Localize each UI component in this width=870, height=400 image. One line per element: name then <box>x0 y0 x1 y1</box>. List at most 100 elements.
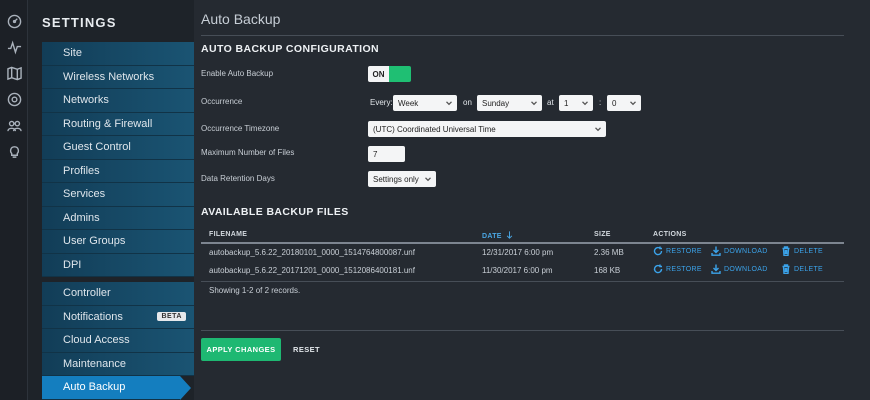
column-header-filename[interactable]: FILENAME <box>209 231 247 238</box>
timezone-select[interactable]: (UTC) Coordinated Universal Time <box>368 121 606 137</box>
settings-sidebar: SETTINGS Site Wireless Networks Networks… <box>28 0 194 400</box>
table-divider <box>201 281 844 282</box>
sidebar-item-user-groups[interactable]: User Groups <box>42 230 194 254</box>
download-button[interactable]: DOWNLOAD <box>711 264 768 274</box>
max-files-input[interactable]: 7 <box>368 146 405 162</box>
restore-button[interactable]: RESTORE <box>653 264 702 274</box>
sidebar-item-label: Auto Backup <box>63 381 126 394</box>
sidebar-item-label: Notifications <box>63 310 123 323</box>
restore-button[interactable]: RESTORE <box>653 246 702 256</box>
table-row: autobackup_5.6.22_20171201_0000_15120864… <box>201 262 844 280</box>
config-heading: AUTO BACKUP CONFIGURATION <box>201 43 379 55</box>
date-cell: 12/31/2017 6:00 pm <box>482 248 554 257</box>
map-icon[interactable] <box>6 65 22 81</box>
toggle-knob <box>389 66 411 82</box>
retention-value: Settings only <box>373 174 419 184</box>
column-header-date-label: DATE <box>482 233 502 240</box>
table-row: autobackup_5.6.22_20180101_0000_15147648… <box>201 244 844 262</box>
sort-descending-icon <box>506 231 513 239</box>
restore-label: RESTORE <box>666 247 702 255</box>
sidebar-item-label: Guest Control <box>63 141 131 154</box>
sidebar-item-profiles[interactable]: Profiles <box>42 159 194 183</box>
restore-label: RESTORE <box>666 265 702 273</box>
sidebar-item-controller[interactable]: Controller <box>42 282 194 306</box>
delete-button[interactable]: DELETE <box>781 246 823 256</box>
date-cell: 11/30/2017 6:00 pm <box>482 266 553 275</box>
trash-icon <box>782 246 790 256</box>
devices-icon[interactable] <box>6 91 22 107</box>
sidebar-item-label: DPI <box>63 258 82 271</box>
sidebar-item-services[interactable]: Services <box>42 183 194 207</box>
minute-select[interactable]: 0 <box>607 95 641 111</box>
sidebar-item-site[interactable]: Site <box>42 42 194 66</box>
files-heading: AVAILABLE BACKUP FILES <box>201 206 349 218</box>
max-files-label: Maximum Number of Files <box>201 148 295 157</box>
delete-button[interactable]: DELETE <box>781 264 823 274</box>
timezone-value: (UTC) Coordinated Universal Time <box>373 124 496 134</box>
divider <box>201 330 844 331</box>
frequency-select[interactable]: Week <box>393 95 457 111</box>
timezone-label: Occurrence Timezone <box>201 124 280 133</box>
trash-icon <box>782 264 790 274</box>
download-button[interactable]: DOWNLOAD <box>711 246 768 256</box>
download-icon <box>711 264 721 274</box>
sidebar-item-label: Cloud Access <box>63 334 130 347</box>
restore-icon <box>653 246 663 256</box>
chevron-down-icon <box>595 126 601 132</box>
day-value: Sunday <box>482 98 510 108</box>
retention-select[interactable]: Settings only <box>368 171 436 187</box>
main-content: Auto Backup AUTO BACKUP CONFIGURATION En… <box>201 0 844 400</box>
sidebar-item-maintenance[interactable]: Maintenance <box>42 352 194 376</box>
delete-label: DELETE <box>794 265 824 273</box>
day-select[interactable]: Sunday <box>477 95 542 111</box>
chevron-down-icon <box>582 100 588 106</box>
sidebar-item-label: Networks <box>63 94 109 107</box>
sidebar-item-admins[interactable]: Admins <box>42 206 194 230</box>
sidebar-item-wireless-networks[interactable]: Wireless Networks <box>42 65 194 89</box>
column-header-date[interactable]: DATE <box>482 231 513 240</box>
app-icon-rail <box>0 0 28 400</box>
statistics-icon[interactable] <box>6 39 22 55</box>
time-separator: : <box>599 98 602 107</box>
sidebar-item-routing-firewall[interactable]: Routing & Firewall <box>42 112 194 136</box>
occurrence-label: Occurrence <box>201 97 243 106</box>
sidebar-item-label: Maintenance <box>63 357 126 370</box>
reset-button[interactable]: RESET <box>293 345 320 354</box>
at-label: at <box>547 98 554 107</box>
minute-value: 0 <box>612 98 617 108</box>
download-label: DOWNLOAD <box>724 247 768 255</box>
settings-title: SETTINGS <box>42 15 117 30</box>
insights-icon[interactable] <box>6 143 22 159</box>
size-cell: 168 KB <box>594 266 621 275</box>
sidebar-item-networks[interactable]: Networks <box>42 89 194 113</box>
on-label: on <box>463 98 472 107</box>
settings-nav: Site Wireless Networks Networks Routing … <box>42 42 194 400</box>
column-header-actions: ACTIONS <box>653 231 687 238</box>
beta-badge: BETA <box>157 312 186 322</box>
sidebar-item-auto-backup[interactable]: Auto Backup <box>42 376 191 400</box>
sidebar-item-label: Site <box>63 47 82 60</box>
download-icon <box>711 246 721 256</box>
every-label: Every: <box>370 98 393 107</box>
dashboard-icon[interactable] <box>6 13 22 29</box>
apply-changes-button[interactable]: APPLY CHANGES <box>201 338 281 361</box>
hour-select[interactable]: 1 <box>559 95 593 111</box>
chevron-down-icon <box>425 176 431 182</box>
sidebar-item-notifications[interactable]: Notifications BETA <box>42 305 194 329</box>
enable-auto-backup-label: Enable Auto Backup <box>201 69 274 78</box>
clients-icon[interactable] <box>6 117 22 133</box>
enable-auto-backup-toggle[interactable]: ON <box>368 66 411 82</box>
sidebar-item-guest-control[interactable]: Guest Control <box>42 136 194 160</box>
chevron-down-icon <box>531 100 537 106</box>
sidebar-item-label: Services <box>63 188 106 201</box>
retention-label: Data Retention Days <box>201 174 275 183</box>
sidebar-item-label: Controller <box>63 287 111 300</box>
table-header: FILENAME DATE SIZE ACTIONS <box>201 226 844 244</box>
sidebar-item-dpi[interactable]: DPI <box>42 253 194 277</box>
sidebar-item-label: Routing & Firewall <box>63 117 153 130</box>
column-header-size[interactable]: SIZE <box>594 231 611 238</box>
sidebar-item-cloud-access[interactable]: Cloud Access <box>42 329 194 353</box>
filename-cell: autobackup_5.6.22_20180101_0000_15147648… <box>209 248 415 257</box>
divider <box>201 35 844 36</box>
delete-label: DELETE <box>794 247 824 255</box>
